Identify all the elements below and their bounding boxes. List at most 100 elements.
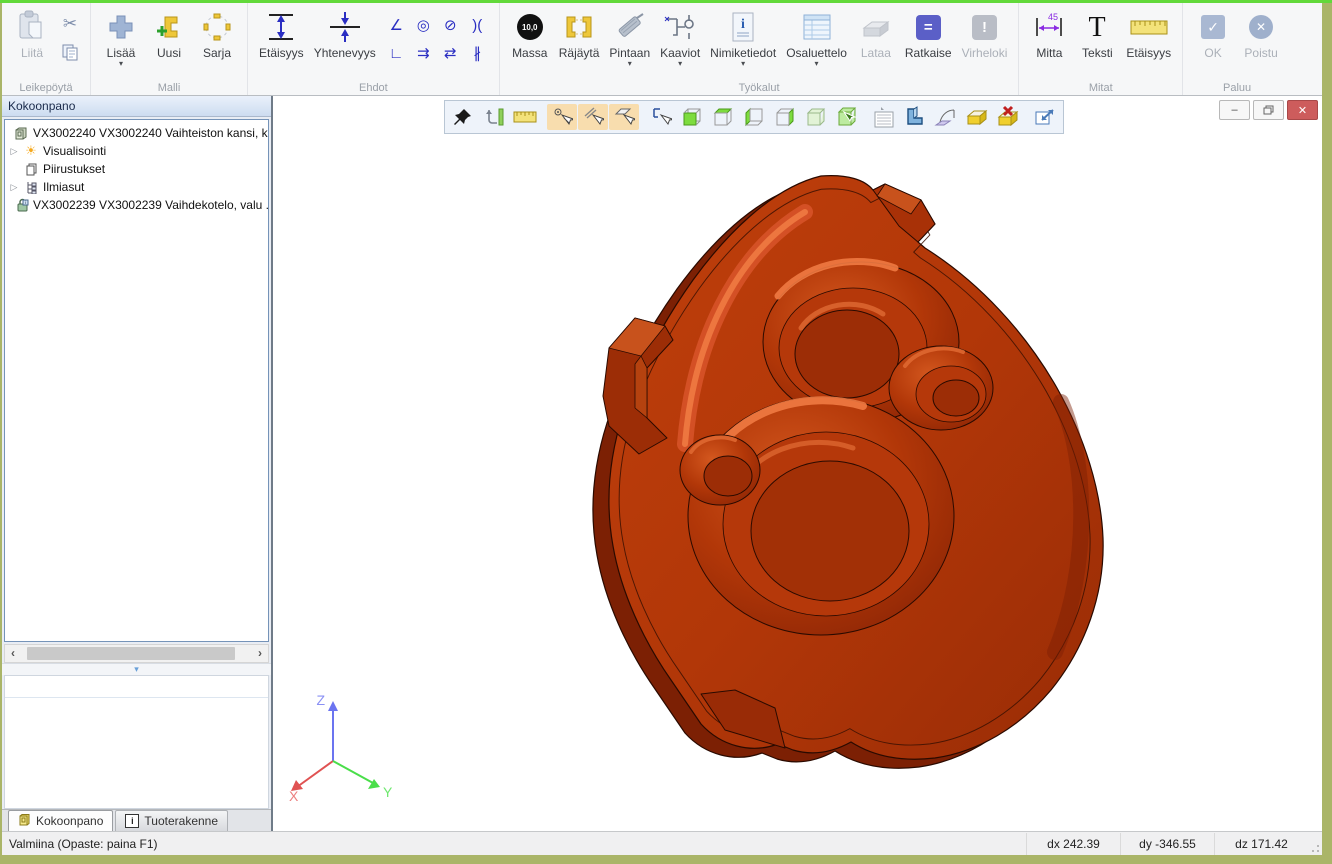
resize-grip[interactable] [1308, 833, 1322, 855]
parallel-constraint-icon[interactable]: ⇉ [410, 39, 437, 67]
select-face-filter-icon[interactable] [609, 104, 639, 130]
parts-list-icon [800, 8, 834, 46]
add-button[interactable]: Lisää ▾ [99, 7, 143, 79]
model-viewport[interactable]: – ✕ Z X Y [273, 96, 1322, 831]
group-label-return: Paluu [1183, 82, 1291, 94]
splitter-collapse-icon[interactable]: ▾ [134, 666, 139, 673]
group-label-model: Malli [91, 82, 247, 94]
measure-icon: 45 [1031, 8, 1067, 46]
parts-list-dropdown-caret[interactable]: ▾ [815, 60, 819, 68]
exit-cross-icon: ✕ [1249, 15, 1273, 39]
copy-button[interactable] [58, 41, 82, 63]
select-point-filter-icon[interactable] [547, 104, 577, 130]
nonparallel-constraint-icon[interactable]: ∦ [464, 39, 491, 67]
coincidence-constraint-button[interactable]: Yhtenevyys [311, 7, 379, 79]
expand-arrow[interactable]: ▷ [9, 182, 19, 193]
status-dx: dx 242.39 [1026, 833, 1120, 855]
to-surface-dropdown-caret[interactable]: ▾ [628, 60, 632, 68]
cut-button[interactable]: ✂ [58, 13, 82, 35]
tree-item-drawings[interactable]: Piirustukset [5, 160, 268, 178]
view-iso-icon[interactable] [801, 104, 831, 130]
to-surface-button[interactable]: Pintaan ▾ [606, 7, 653, 79]
new-button[interactable]: Uusi [147, 7, 191, 79]
close-button[interactable]: ✕ [1287, 100, 1318, 120]
item-info-dropdown-caret[interactable]: ▾ [741, 60, 745, 68]
series-icon [200, 8, 234, 46]
panel-title: Kokoonpano [2, 96, 271, 117]
view-right-icon[interactable] [770, 104, 800, 130]
expand-arrow[interactable]: ▷ [9, 146, 19, 157]
text-button[interactable]: i T Teksti [1075, 7, 1119, 79]
parts-list-button[interactable]: Osaluettelo ▾ [783, 7, 850, 79]
tree-item-visualization[interactable]: ▷ ☀ Visualisointi [5, 142, 268, 160]
open-box-icon[interactable] [962, 104, 992, 130]
select-edge-filter-icon[interactable] [578, 104, 608, 130]
angle-constraint-icon[interactable]: ∠ [383, 11, 410, 39]
load-button[interactable]: Lataa [854, 7, 898, 79]
status-dy: dy -346.55 [1120, 833, 1214, 855]
orbit-measure-icon[interactable] [479, 104, 509, 130]
coincidence-constraint-icon [326, 8, 364, 46]
error-log-button[interactable]: ! Virheloki [959, 7, 1011, 79]
restore-button[interactable] [1253, 100, 1284, 120]
explode-button[interactable]: Räjäytä [556, 7, 603, 79]
ribbon-group-return: ✓ OK ✕ Poistu Paluu [1183, 3, 1291, 95]
symmetric-constraint-icon[interactable]: )( [464, 11, 491, 39]
ruler-icon[interactable] [510, 104, 540, 130]
charts-dropdown-caret[interactable]: ▾ [678, 60, 682, 68]
ribbon-group-tools: 10,0 Massa Räjäytä Pintaan ▾ [500, 3, 1020, 95]
opposite-constraint-icon[interactable]: ⇄ [437, 39, 464, 67]
select-body-icon[interactable] [832, 104, 862, 130]
drawings-icon [23, 162, 39, 176]
profile-tool-icon[interactable] [900, 104, 930, 130]
svg-text:45: 45 [1048, 12, 1058, 22]
distance-constraint-button[interactable]: Etäisyys [256, 7, 307, 79]
concentric-constraint-icon[interactable]: ◎ [410, 11, 437, 39]
tree-item-label: Visualisointi [43, 144, 106, 158]
select-feature-filter-icon[interactable] [646, 104, 676, 130]
notes-list-icon[interactable] [869, 104, 899, 130]
axis-triad: Z X Y [283, 693, 403, 803]
minimize-button[interactable]: – [1219, 100, 1250, 120]
delete-box-icon[interactable] [993, 104, 1023, 130]
mass-button[interactable]: 10,0 Massa [508, 7, 552, 79]
exit-button[interactable]: ✕ Poistu [1239, 7, 1283, 79]
group-label-clipboard: Leikepöytä [2, 82, 90, 94]
group-label-dimensions: Mitat [1019, 82, 1182, 94]
item-info-button[interactable]: i Nimiketiedot ▾ [707, 7, 779, 79]
tree-horizontal-scrollbar[interactable]: ‹ › [4, 644, 269, 663]
add-dropdown-caret[interactable]: ▾ [119, 60, 123, 68]
tree-item-part[interactable]: i VX3002239 VX3002239 Vaihdekotelo, valu… [5, 196, 268, 214]
ruler-distance-button[interactable]: Etäisyys [1123, 7, 1174, 79]
tangent-constraint-icon[interactable]: ⊘ [437, 11, 464, 39]
solve-icon: = [916, 15, 941, 40]
view-top-icon[interactable] [708, 104, 738, 130]
pin-icon[interactable] [448, 104, 478, 130]
section-plane-icon[interactable] [931, 104, 961, 130]
view-left-icon[interactable] [739, 104, 769, 130]
status-bar: Valmiina (Opaste: paina F1) dx 242.39 dy… [2, 831, 1322, 855]
model-canvas[interactable] [273, 96, 1320, 832]
scrollbar-thumb[interactable] [27, 647, 235, 660]
tree-item-root[interactable]: VX3002240 VX3002240 Vaihteiston kansi, k… [5, 124, 268, 142]
ribbon-group-dimensions: 45 Mitta i T Teksti Etäisyys Mitat [1019, 3, 1183, 95]
tab-assembly[interactable]: Kokoonpano [8, 810, 113, 831]
copy-icon [61, 43, 79, 61]
scroll-left-arrow[interactable]: ‹ [5, 646, 21, 661]
svg-text:i: i [741, 17, 745, 32]
paste-button[interactable]: Liitä [10, 7, 54, 79]
solve-button[interactable]: = Ratkaise [902, 7, 955, 79]
view-front-icon[interactable] [677, 104, 707, 130]
scroll-right-arrow[interactable]: › [252, 646, 268, 661]
tab-product-structure[interactable]: i Tuoterakenne [115, 810, 228, 831]
measure-button[interactable]: 45 Mitta [1027, 7, 1071, 79]
expand-viewport-icon[interactable] [1030, 104, 1060, 130]
to-surface-icon [613, 8, 647, 46]
tree-item-features[interactable]: ▷ Ilmiasut [5, 178, 268, 196]
detail-panel [4, 675, 269, 809]
ok-button[interactable]: ✓ OK [1191, 7, 1235, 79]
panel-splitter[interactable]: ▾ [2, 663, 271, 675]
perpendicular-constraint-icon[interactable]: ∟ [383, 39, 410, 67]
series-button[interactable]: Sarja [195, 7, 239, 79]
charts-button[interactable]: Kaaviot ▾ [657, 7, 703, 79]
